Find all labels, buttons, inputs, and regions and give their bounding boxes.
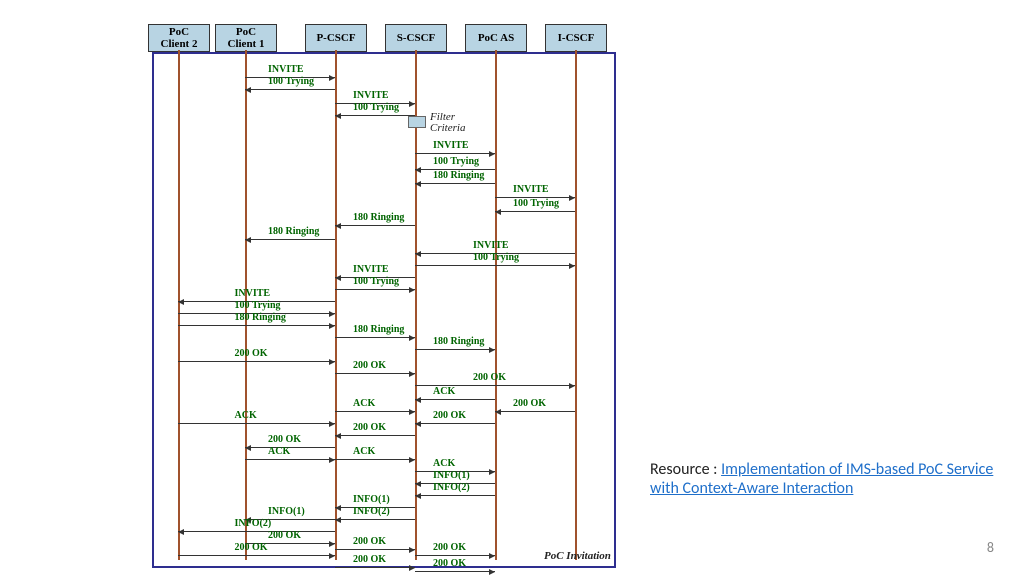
message-label: 100 Trying <box>233 300 283 311</box>
message-12: 100 Trying <box>415 252 575 266</box>
lane-header-i: I-CSCF <box>545 24 607 52</box>
message-label: ACK <box>233 410 259 421</box>
message-21: 200 OK <box>335 360 415 374</box>
message-10: 180 Ringing <box>245 226 335 240</box>
message-9: 180 Ringing <box>335 212 415 226</box>
message-31: ACK <box>335 446 415 460</box>
message-28: 200 OK <box>335 422 415 436</box>
page-number: 8 <box>987 539 994 556</box>
message-22: 200 OK <box>415 372 575 386</box>
message-18: 180 Ringing <box>335 324 415 338</box>
message-label: 100 Trying <box>351 102 401 113</box>
poc-invitation-label: PoC Invitation <box>544 550 611 562</box>
message-label: ACK <box>266 446 292 457</box>
message-label: ACK <box>431 386 457 397</box>
message-label: INVITE <box>351 264 391 275</box>
message-label: 180 Ringing <box>351 212 406 223</box>
message-label: ACK <box>351 446 377 457</box>
message-5: 100 Trying <box>415 156 495 170</box>
message-14: 100 Trying <box>335 276 415 290</box>
message-label: 180 Ringing <box>351 324 406 335</box>
message-42: 200 OK <box>415 542 495 556</box>
message-label: ACK <box>431 458 457 469</box>
filter-criteria-box <box>408 116 426 128</box>
message-label: INFO(1) <box>351 494 392 505</box>
lane-header-c2: PoCClient 2 <box>148 24 210 52</box>
message-label: INFO(2) <box>233 518 274 529</box>
message-26: 200 OK <box>415 410 495 424</box>
message-20: 200 OK <box>178 348 335 362</box>
message-label: 200 OK <box>471 372 508 383</box>
message-24: 200 OK <box>495 398 575 412</box>
message-label: 200 OK <box>431 410 468 421</box>
message-label: INFO(2) <box>431 482 472 493</box>
message-label: 100 Trying <box>471 252 521 263</box>
message-label: INFO(1) <box>431 470 472 481</box>
message-label: 180 Ringing <box>431 170 486 181</box>
message-36: INFO(2) <box>335 506 415 520</box>
message-label: ACK <box>351 398 377 409</box>
message-label: 200 OK <box>351 360 388 371</box>
message-17: 180 Ringing <box>178 312 335 326</box>
message-27: ACK <box>178 410 335 424</box>
message-label: INFO(1) <box>266 506 307 517</box>
message-label: 100 Trying <box>266 76 316 87</box>
message-label: 200 OK <box>351 422 388 433</box>
message-label: 200 OK <box>351 554 388 565</box>
message-44: 200 OK <box>415 558 495 572</box>
lane-header-s: S-CSCF <box>385 24 447 52</box>
message-30: ACK <box>245 446 335 460</box>
message-label: 100 Trying <box>511 198 561 209</box>
lifeline-i <box>575 50 577 560</box>
message-label: 200 OK <box>431 542 468 553</box>
message-23: ACK <box>415 386 495 400</box>
message-1: 100 Trying <box>245 76 335 90</box>
message-label: INVITE <box>266 64 306 75</box>
message-label: 200 OK <box>266 434 303 445</box>
message-label: 180 Ringing <box>431 336 486 347</box>
lifeline-as <box>495 50 497 560</box>
resource-label: Resource : <box>650 460 721 479</box>
message-label: INFO(2) <box>351 506 392 517</box>
message-40: 200 OK <box>335 536 415 550</box>
message-label: 200 OK <box>233 348 270 359</box>
message-41: 200 OK <box>178 542 335 556</box>
message-43: 200 OK <box>335 554 415 568</box>
message-4: INVITE <box>415 140 495 154</box>
lane-header-as: PoC AS <box>465 24 527 52</box>
lifeline-p <box>335 50 337 560</box>
message-label: INVITE <box>511 184 551 195</box>
message-8: 100 Trying <box>495 198 575 212</box>
message-3: 100 Trying <box>335 102 415 116</box>
message-label: INVITE <box>351 90 391 101</box>
message-34: INFO(2) <box>415 482 495 496</box>
message-19: 180 Ringing <box>415 336 495 350</box>
message-label: 180 Ringing <box>266 226 321 237</box>
message-25: ACK <box>335 398 415 412</box>
message-label: 100 Trying <box>351 276 401 287</box>
message-label: 200 OK <box>511 398 548 409</box>
message-6: 180 Ringing <box>415 170 495 184</box>
message-label: 100 Trying <box>431 156 481 167</box>
message-7: INVITE <box>495 184 575 198</box>
message-label: INVITE <box>471 240 511 251</box>
message-label: 200 OK <box>266 530 303 541</box>
lane-header-p: P-CSCF <box>305 24 367 52</box>
message-label: INVITE <box>431 140 471 151</box>
resource-text: Resource : Implementation of IMS-based P… <box>650 460 1024 498</box>
lane-header-c1: PoCClient 1 <box>215 24 277 52</box>
message-label: 200 OK <box>233 542 270 553</box>
message-label: INVITE <box>233 288 273 299</box>
message-label: 180 Ringing <box>233 312 288 323</box>
message-label: 200 OK <box>351 536 388 547</box>
filter-criteria-label: FilterCriteria <box>430 112 465 134</box>
message-label: 200 OK <box>431 558 468 569</box>
